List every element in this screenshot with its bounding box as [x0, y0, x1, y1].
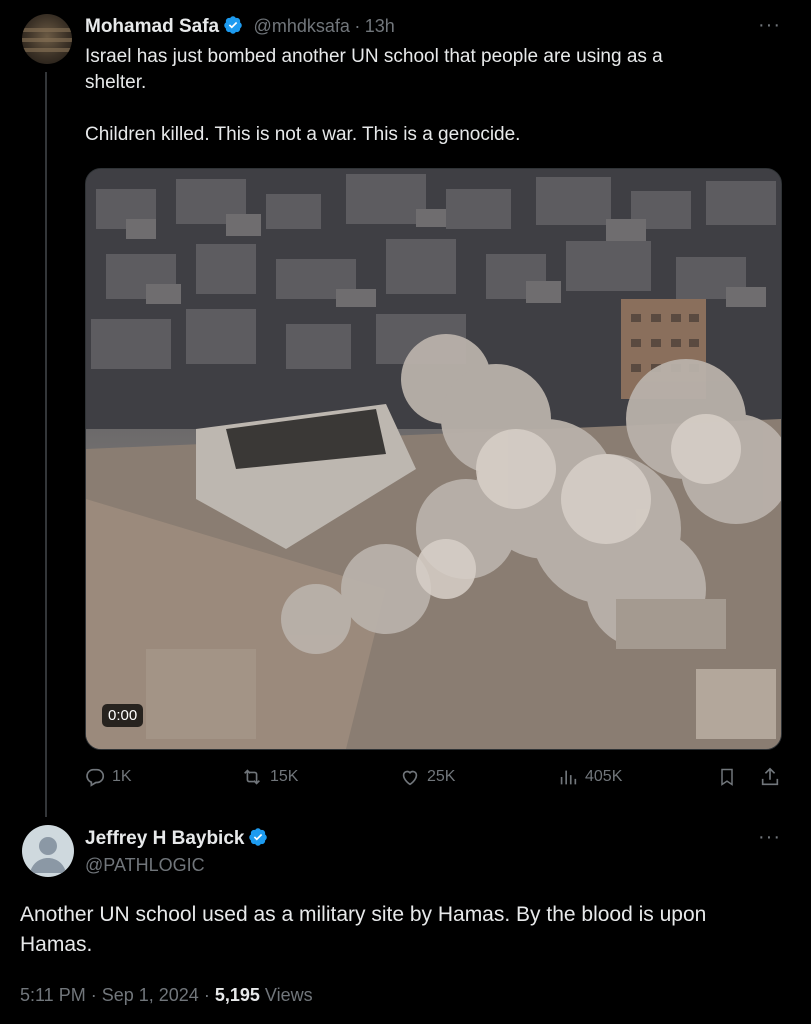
more-icon[interactable]: ···	[758, 826, 781, 849]
reply-date[interactable]: Sep 1, 2024	[102, 985, 199, 1005]
reply-author-avatar[interactable]	[22, 825, 74, 877]
verified-badge-icon	[248, 827, 268, 852]
reply-author-handle[interactable]: @PATHLOGIC	[85, 855, 205, 876]
author-avatar[interactable]	[22, 14, 72, 64]
verified-badge-icon	[223, 15, 243, 40]
author-name[interactable]: Mohamad Safa	[85, 16, 219, 37]
author-handle[interactable]: @mhdksafa	[254, 16, 350, 36]
separator: ·	[354, 16, 361, 36]
like-count: 25K	[427, 768, 456, 785]
share-icon	[759, 766, 781, 788]
reply-time[interactable]: 5:11 PM	[20, 985, 86, 1005]
reply-views-label: Views	[264, 985, 313, 1005]
reply-header: Jeffrey H Baybick	[85, 827, 268, 852]
reply-meta: 5:11 PM · Sep 1, 2024 · 5,195 Views	[20, 985, 313, 1006]
thread-line	[45, 72, 47, 817]
separator: ·	[90, 985, 97, 1005]
tweet-time[interactable]: 13h	[365, 16, 395, 36]
tweet-text: Israel has just bombed another UN school…	[85, 46, 663, 145]
default-avatar-icon	[30, 837, 66, 873]
like-icon	[399, 766, 421, 788]
reply-views-count: 5,195	[214, 985, 260, 1005]
views-button[interactable]: 405K	[557, 766, 622, 788]
like-button[interactable]: 25K	[399, 766, 455, 788]
views-icon	[557, 766, 579, 788]
reply-author-name[interactable]: Jeffrey H Baybick	[85, 828, 244, 849]
video-timecode: 0:00	[102, 704, 144, 727]
bookmark-icon	[717, 766, 737, 788]
reply-text: Another UN school used as a military sit…	[20, 903, 707, 956]
bookmark-button[interactable]	[717, 766, 737, 788]
tweet-header: Mohamad Safa @mhdksafa · 13h	[85, 15, 395, 40]
repost-icon	[240, 766, 264, 788]
more-icon[interactable]: ···	[758, 14, 781, 37]
views-count: 405K	[585, 768, 623, 785]
repost-button[interactable]: 15K	[240, 766, 298, 788]
video-player[interactable]: 0:00	[85, 168, 782, 750]
reply-icon	[84, 766, 106, 788]
repost-count: 15K	[270, 768, 299, 785]
video-frame	[86, 169, 781, 749]
reply-count: 1K	[112, 768, 132, 785]
separator: ·	[203, 985, 210, 1005]
reply-button[interactable]: 1K	[84, 766, 132, 788]
share-button[interactable]	[759, 766, 781, 788]
